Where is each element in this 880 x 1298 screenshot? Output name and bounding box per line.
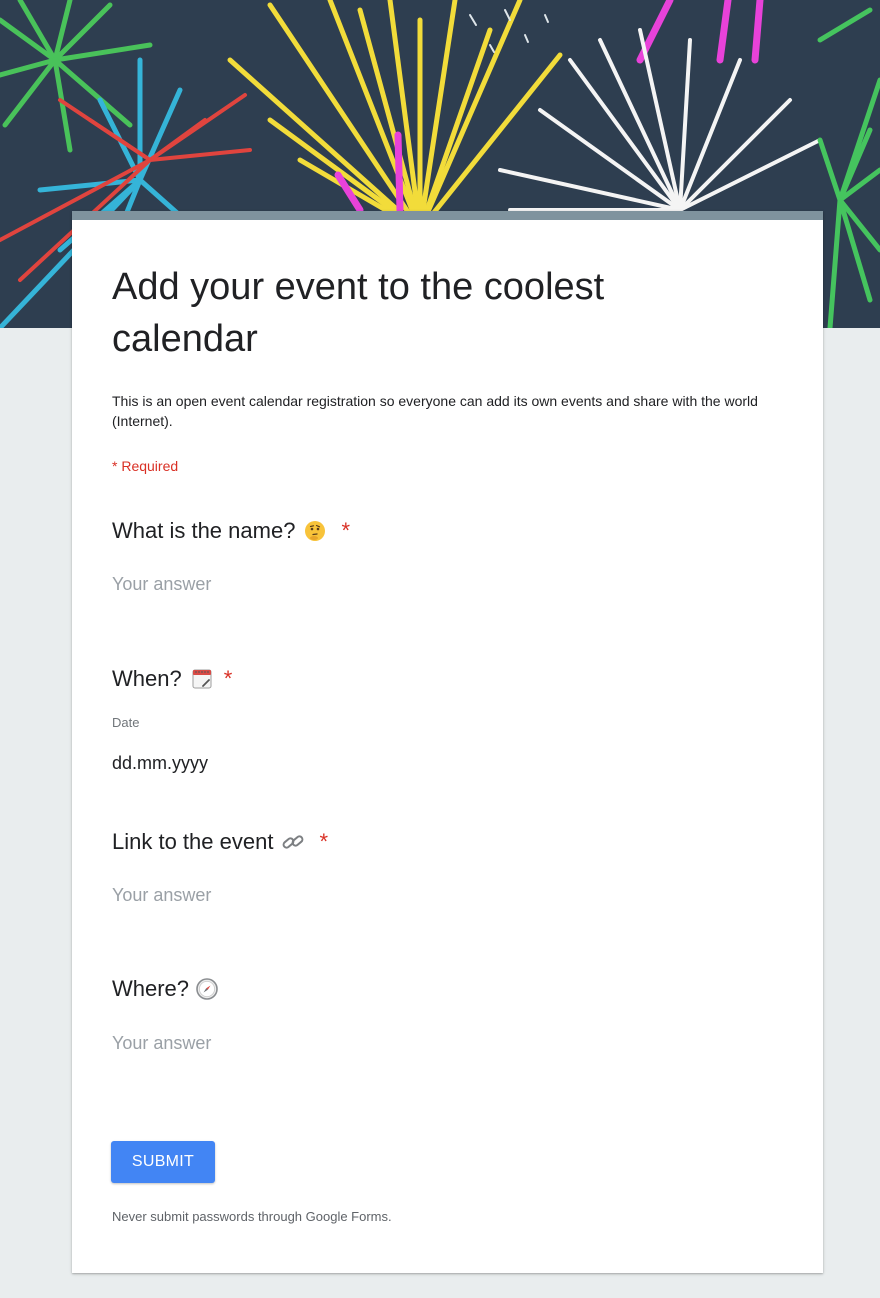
question-where: Where? [112, 975, 782, 1055]
calendar-icon [190, 667, 214, 691]
name-input[interactable] [112, 572, 412, 596]
date-sublabel: Date [112, 715, 140, 730]
question-link: Link to the event * [112, 828, 782, 908]
required-asterisk: * [319, 829, 329, 854]
compass-icon [195, 977, 219, 1001]
link-icon [281, 830, 305, 854]
question-label: What is the name? [112, 518, 296, 543]
question-title: When? * [112, 665, 782, 693]
footer-note: Never submit passwords through Google Fo… [112, 1209, 392, 1224]
question-title: Link to the event * [112, 828, 782, 856]
form-card: Add your event to the coolest calendar T… [72, 211, 823, 1273]
date-input[interactable]: dd.mm.yyyy [112, 751, 312, 775]
question-label: When? [112, 666, 182, 691]
question-label: Link to the event [112, 829, 274, 854]
submit-button[interactable]: SUBMIT [111, 1141, 215, 1183]
form-description: This is an open event calendar registrat… [112, 393, 758, 429]
link-input[interactable] [112, 883, 412, 907]
required-asterisk: * [341, 518, 350, 543]
question-name: What is the name? * [112, 517, 782, 597]
location-input[interactable] [112, 1031, 412, 1055]
question-when: When? * Date dd.mm.yyyy [112, 665, 782, 785]
required-asterisk: * [223, 666, 233, 691]
required-note: * Required [112, 458, 179, 474]
question-title: What is the name? * [112, 517, 782, 545]
card-accent-bar [72, 211, 823, 220]
question-title: Where? [112, 975, 782, 1003]
question-label: Where? [112, 976, 190, 1001]
form-title: Add your event to the coolest calendar [112, 266, 605, 360]
thinking-face-icon [303, 519, 327, 543]
